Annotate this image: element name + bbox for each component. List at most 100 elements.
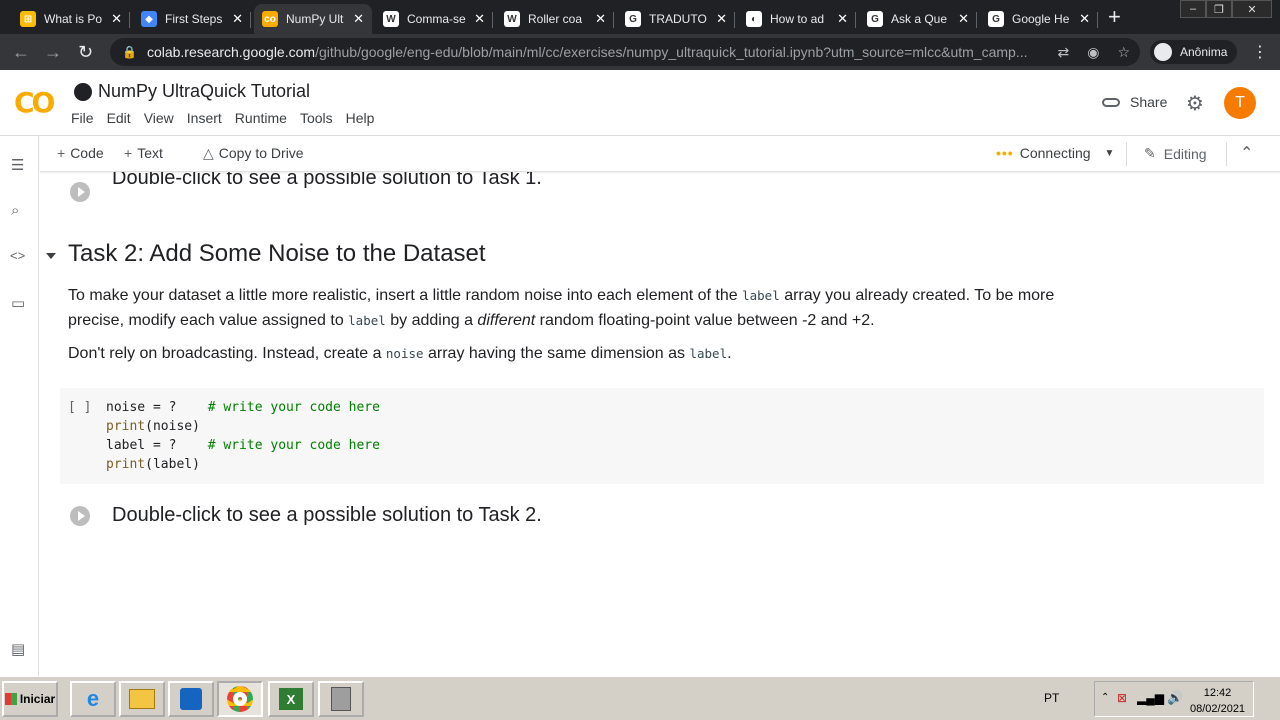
profile-button[interactable]: Anônima — [1150, 40, 1238, 64]
browser-tab[interactable]: ◐ How to ad ✕ — [738, 4, 856, 34]
browser-tab[interactable]: W Comma-se ✕ — [375, 4, 493, 34]
browser-tab[interactable]: ⊞ What is Po ✕ — [12, 4, 130, 34]
avatar[interactable]: T — [1224, 87, 1256, 119]
minimize-button[interactable]: – — [1180, 0, 1206, 18]
window-controls: – ❐ ✕ — [1180, 0, 1272, 18]
plus-icon: + — [57, 145, 66, 161]
translate-icon[interactable]: ⇄ — [1057, 44, 1069, 61]
menu-edit[interactable]: Edit — [107, 110, 131, 126]
task-description: To make your dataset a little more reali… — [68, 287, 1055, 329]
system-clock[interactable]: 12:42 08/02/2021 — [1190, 685, 1245, 717]
forward-icon[interactable]: → — [44, 42, 62, 62]
editing-label: Editing — [1163, 145, 1207, 162]
close-tab-icon[interactable]: ✕ — [595, 11, 606, 27]
divider — [1226, 142, 1227, 166]
excel-icon[interactable]: X — [268, 681, 314, 717]
search-icon[interactable]: ⌕ — [11, 202, 19, 219]
chevron-up-icon[interactable]: ⌃ — [1240, 143, 1253, 163]
url-text[interactable]: colab.research.google.com/github/google/… — [147, 44, 1047, 60]
notebook-content: Double-click to see a possible solution … — [40, 172, 1266, 676]
browser-tab[interactable]: co NumPy Ult ✕ — [254, 4, 372, 34]
start-button[interactable]: Iniciar — [2, 681, 58, 717]
copy-to-drive-button[interactable]: △ Copy to Drive — [203, 145, 304, 162]
tab-separator — [492, 12, 493, 28]
tab-separator — [250, 12, 251, 28]
restore-button[interactable]: ❐ — [1206, 0, 1232, 18]
section-collapse-icon[interactable] — [46, 253, 56, 259]
close-tab-icon[interactable]: ✕ — [353, 11, 364, 27]
run-cell-bracket[interactable]: [ ] — [68, 400, 91, 415]
share-button[interactable]: Share — [1102, 94, 1167, 110]
menu-tools[interactable]: Tools — [300, 110, 333, 126]
close-tab-icon[interactable]: ✕ — [474, 11, 485, 27]
menu-insert[interactable]: Insert — [187, 110, 222, 126]
close-tab-icon[interactable]: ✕ — [232, 11, 243, 27]
favicon-icon: G — [625, 11, 641, 27]
terminal-icon[interactable]: ▤ — [11, 640, 25, 658]
run-cell-icon[interactable] — [70, 182, 90, 202]
close-tab-icon[interactable]: ✕ — [837, 11, 848, 27]
solution-cell-task2[interactable]: Double-click to see a possible solution … — [112, 504, 542, 527]
menu-help[interactable]: Help — [346, 110, 375, 126]
editing-mode-button[interactable]: ✎ Editing — [1144, 145, 1207, 162]
browser-tab[interactable]: G Google He ✕ — [980, 4, 1098, 34]
favicon-icon: ◐ — [746, 11, 762, 27]
chrome-icon[interactable] — [217, 681, 263, 717]
left-rail: ☰ ⌕ <> ▭ ▤ — [0, 136, 39, 676]
folder-icon[interactable]: ▭ — [11, 294, 25, 312]
code-snippets-icon[interactable]: <> — [10, 248, 25, 263]
new-tab-button[interactable]: + — [1108, 6, 1121, 28]
browser-tab[interactable]: W Roller coa ✕ — [496, 4, 614, 34]
star-icon[interactable]: ☆ — [1117, 44, 1130, 61]
share-label: Share — [1130, 94, 1168, 110]
close-window-button[interactable]: ✕ — [1232, 0, 1272, 18]
tab-title: Roller coa — [528, 12, 583, 26]
tab-separator — [976, 12, 977, 28]
connection-status-button[interactable]: ••• Connecting ▼ — [996, 145, 1114, 161]
back-icon[interactable]: ← — [12, 42, 30, 62]
connecting-dots-icon: ••• — [996, 145, 1014, 161]
menu-view[interactable]: View — [144, 110, 174, 126]
internet-explorer-icon[interactable]: e — [70, 681, 116, 717]
menu-runtime[interactable]: Runtime — [235, 110, 287, 126]
section-heading: Task 2: Add Some Noise to the Dataset — [68, 240, 486, 267]
close-tab-icon[interactable]: ✕ — [716, 11, 727, 27]
browser-toolbar: ← → ↻ 🔒 colab.research.google.com/github… — [0, 34, 1280, 70]
code-cell[interactable]: [ ] noise = ? # write your code here pri… — [60, 388, 1264, 484]
browser-tab[interactable]: ◆ First Steps ✕ — [133, 4, 251, 34]
browser-tab-strip: ⊞ What is Po ✕ ◆ First Steps ✕ co NumPy Ult ✕ W Co… — [0, 0, 1280, 34]
add-code-button[interactable]: + Code — [57, 145, 104, 161]
language-indicator[interactable]: PT — [1044, 691, 1059, 705]
solution-cell-task1[interactable]: Double-click to see a possible solution … — [112, 172, 542, 190]
volume-icon[interactable]: 🔊 — [1167, 690, 1183, 706]
media-player-icon[interactable] — [168, 681, 214, 717]
gear-icon[interactable]: ⚙ — [1186, 91, 1204, 116]
close-tab-icon[interactable]: ✕ — [1079, 11, 1090, 27]
profile-label: Anônima — [1180, 45, 1228, 59]
calculator-icon[interactable] — [318, 681, 364, 717]
tab-title: How to ad — [770, 12, 825, 26]
address-bar[interactable]: 🔒 colab.research.google.com/github/googl… — [110, 38, 1140, 66]
browser-tab[interactable]: G Ask a Que ✕ — [859, 4, 977, 34]
browser-menu-icon[interactable]: ⋮ — [1252, 42, 1268, 62]
menu-file[interactable]: File — [71, 110, 94, 126]
close-tab-icon[interactable]: ✕ — [111, 11, 122, 27]
network-error-icon[interactable]: ⊠ — [1117, 691, 1127, 705]
close-tab-icon[interactable]: ✕ — [958, 11, 969, 27]
browser-tab[interactable]: G TRADUTO ✕ — [617, 4, 735, 34]
notebook-title-text: NumPy UltraQuick Tutorial — [98, 81, 311, 101]
signal-icon[interactable]: ▂▄▆ — [1137, 691, 1164, 705]
table-of-contents-icon[interactable]: ☰ — [11, 156, 24, 174]
tracking-icon[interactable]: ◉ — [1087, 44, 1099, 61]
add-text-button[interactable]: + Text — [124, 145, 163, 161]
reload-icon[interactable]: ↻ — [78, 42, 93, 62]
code-editor[interactable]: noise = ? # write your code here print(n… — [106, 398, 380, 474]
file-explorer-icon[interactable] — [119, 681, 165, 717]
notebook-title[interactable]: NumPy UltraQuick Tutorial — [74, 81, 310, 102]
tab-separator — [1097, 12, 1098, 28]
notebook-toolbar: + Code + Text △ Copy to Drive ••• Connectin… — [40, 136, 1280, 172]
chevron-down-icon[interactable]: ▼ — [1105, 148, 1115, 159]
show-hidden-icons-icon[interactable]: ⌃ — [1101, 692, 1109, 703]
run-cell-icon[interactable] — [70, 506, 90, 526]
colab-logo[interactable]: CO — [14, 86, 55, 119]
